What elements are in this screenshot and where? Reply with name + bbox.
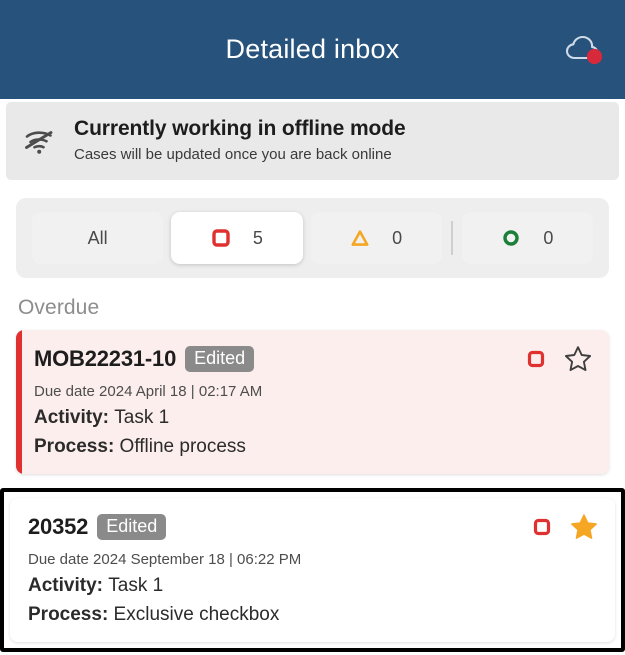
- offline-banner: Currently working in offline mode Cases …: [6, 102, 619, 180]
- case-due-date: Due date 2024 April 18 | 02:17 AM: [34, 383, 263, 400]
- filter-divider: [450, 221, 453, 255]
- case-card[interactable]: MOB22231-10 Edited Due date 2024 April 1…: [16, 330, 609, 474]
- filter-tab-warning[interactable]: 0: [310, 212, 442, 264]
- case-process-label: Process:: [34, 436, 120, 457]
- case-process-line: Process: Exclusive checkbox: [28, 604, 599, 626]
- case-card-header: MOB22231-10 Edited: [34, 344, 593, 374]
- case-identity: 20352 Edited: [28, 513, 167, 541]
- filter-tab-warning-count: 0: [392, 227, 403, 248]
- status-filter-bar: All 5 0 0: [16, 198, 609, 278]
- green-circle-icon: [501, 228, 521, 248]
- case-activity-label: Activity:: [34, 407, 115, 428]
- focused-case-wrapper: 20352 Edited Due date 2024 September 18 …: [0, 488, 625, 652]
- case-due-date: Due date 2024 September 18 | 06:22 PM: [28, 551, 302, 568]
- offline-banner-title: Currently working in offline mode: [74, 117, 406, 140]
- case-activity-line: Activity: Task 1: [28, 575, 599, 597]
- star-outline-icon[interactable]: [563, 344, 593, 374]
- edited-badge: Edited: [185, 345, 255, 373]
- filter-tab-overdue-count: 5: [252, 227, 263, 248]
- wifi-off-icon: [20, 124, 60, 158]
- case-activity-value: Task 1: [108, 575, 164, 596]
- case-activity-value: Task 1: [114, 407, 170, 428]
- cloud-offline-icon[interactable]: [561, 30, 607, 70]
- filter-tab-ontrack[interactable]: 0: [461, 212, 593, 264]
- case-card-header: 20352 Edited: [28, 512, 599, 542]
- case-id: 20352: [28, 514, 89, 539]
- star-filled-icon[interactable]: [569, 512, 599, 542]
- app-header: Detailed inbox: [0, 0, 625, 99]
- red-square-icon: [211, 228, 231, 248]
- red-square-icon: [533, 518, 551, 536]
- filter-tab-ontrack-count: 0: [543, 227, 554, 248]
- section-header-overdue: Overdue: [18, 296, 100, 319]
- case-id: MOB22231-10: [34, 346, 177, 371]
- filter-tab-all-label: All: [87, 227, 108, 248]
- offline-banner-subtitle: Cases will be updated once you are back …: [74, 146, 392, 164]
- page-title: Detailed inbox: [225, 34, 400, 64]
- case-card-actions: [527, 344, 593, 374]
- overdue-accent-bar: [16, 330, 22, 474]
- case-activity-label: Activity:: [28, 575, 109, 596]
- case-process-value: Exclusive checkbox: [113, 604, 280, 625]
- edited-badge: Edited: [97, 513, 167, 541]
- case-card-actions: [533, 512, 599, 542]
- case-identity: MOB22231-10 Edited: [34, 345, 255, 373]
- filter-tab-all[interactable]: All: [32, 212, 164, 264]
- case-card[interactable]: 20352 Edited Due date 2024 September 18 …: [10, 498, 615, 642]
- case-list: MOB22231-10 Edited Due date 2024 April 1…: [0, 330, 625, 652]
- red-square-icon: [527, 350, 545, 368]
- orange-triangle-icon: [350, 228, 370, 248]
- case-process-line: Process: Offline process: [34, 436, 593, 458]
- case-activity-line: Activity: Task 1: [34, 407, 593, 429]
- case-process-label: Process:: [28, 604, 114, 625]
- filter-tab-overdue[interactable]: 5: [171, 212, 303, 264]
- case-process-value: Offline process: [119, 436, 246, 457]
